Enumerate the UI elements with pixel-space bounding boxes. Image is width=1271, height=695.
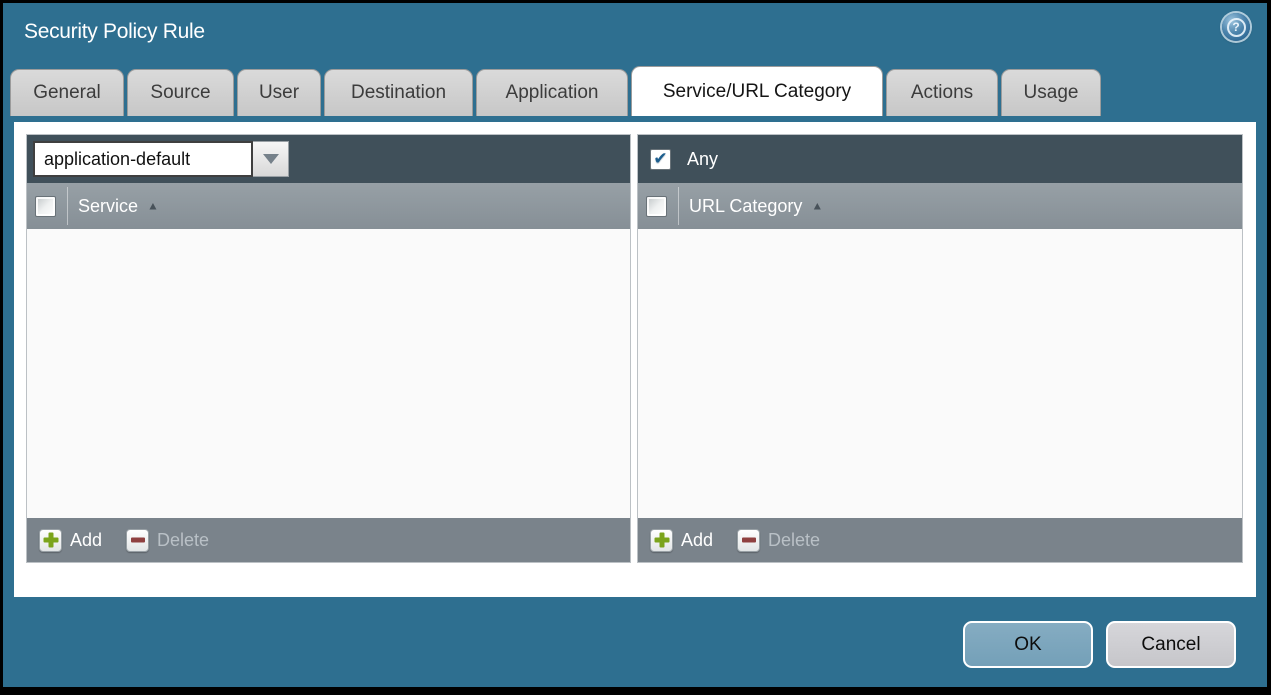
ok-button[interactable]: OK [963,621,1093,668]
tab-general[interactable]: General [10,69,124,116]
service-list[interactable] [27,229,630,518]
service-panel-footer: Add Delete [27,518,630,562]
service-delete-button[interactable]: Delete [126,528,210,552]
tab-user[interactable]: User [237,69,321,116]
service-type-dropdown [33,141,289,177]
service-panel: Service ▲ Add Delete [26,134,631,563]
service-column-label[interactable]: Service [78,196,138,217]
service-select-all-checkbox[interactable] [35,195,56,217]
dialog-title: Security Policy Rule [24,20,205,43]
sort-ascending-icon[interactable]: ▲ [147,200,159,213]
minus-icon [126,528,150,552]
url-category-delete-button[interactable]: Delete [737,528,821,552]
help-icon[interactable]: ? [1222,13,1250,41]
service-type-dropdown-button[interactable] [253,141,289,177]
url-category-list[interactable] [638,229,1242,518]
plus-icon [650,528,673,552]
any-checkbox-label[interactable]: Any [687,149,718,170]
tab-service-url-category[interactable]: Service/URL Category [631,66,883,116]
delete-button-label: Delete [768,529,821,550]
chevron-down-icon [262,154,279,164]
tab-source[interactable]: Source [127,69,234,116]
url-category-panel-footer: Add Delete [638,518,1242,562]
minus-icon [737,528,761,552]
tab-application[interactable]: Application [476,69,628,116]
sort-ascending-icon[interactable]: ▲ [811,200,823,213]
service-column-header: Service ▲ [27,183,630,229]
plus-icon [39,528,62,552]
url-category-column-label[interactable]: URL Category [689,196,802,217]
column-separator [67,187,68,225]
url-category-panel-header: ✔ Any [638,135,1242,183]
any-checkbox[interactable]: ✔ [650,148,671,170]
url-category-column-header: URL Category ▲ [638,183,1242,229]
tab-usage[interactable]: Usage [1001,69,1101,116]
service-add-button[interactable]: Add [39,528,103,552]
cancel-button[interactable]: Cancel [1106,621,1236,668]
add-button-label: Add [681,529,714,550]
url-category-select-all-checkbox[interactable] [646,195,667,217]
delete-button-label: Delete [157,529,210,550]
question-mark-icon: ? [1226,17,1246,37]
url-category-panel: ✔ Any URL Category ▲ Add Delete [637,134,1243,563]
security-policy-rule-dialog: Security Policy Rule ? General Source Us… [3,3,1267,687]
add-button-label: Add [70,529,103,550]
service-panel-header [27,135,630,183]
tab-bar: General Source User Destination Applicat… [10,66,1260,116]
column-separator [678,187,679,225]
tab-content-area: Service ▲ Add Delete ✔ Any [14,122,1256,597]
tab-actions[interactable]: Actions [886,69,998,116]
service-type-input[interactable] [33,141,253,177]
tab-destination[interactable]: Destination [324,69,473,116]
url-category-add-button[interactable]: Add [650,528,714,552]
